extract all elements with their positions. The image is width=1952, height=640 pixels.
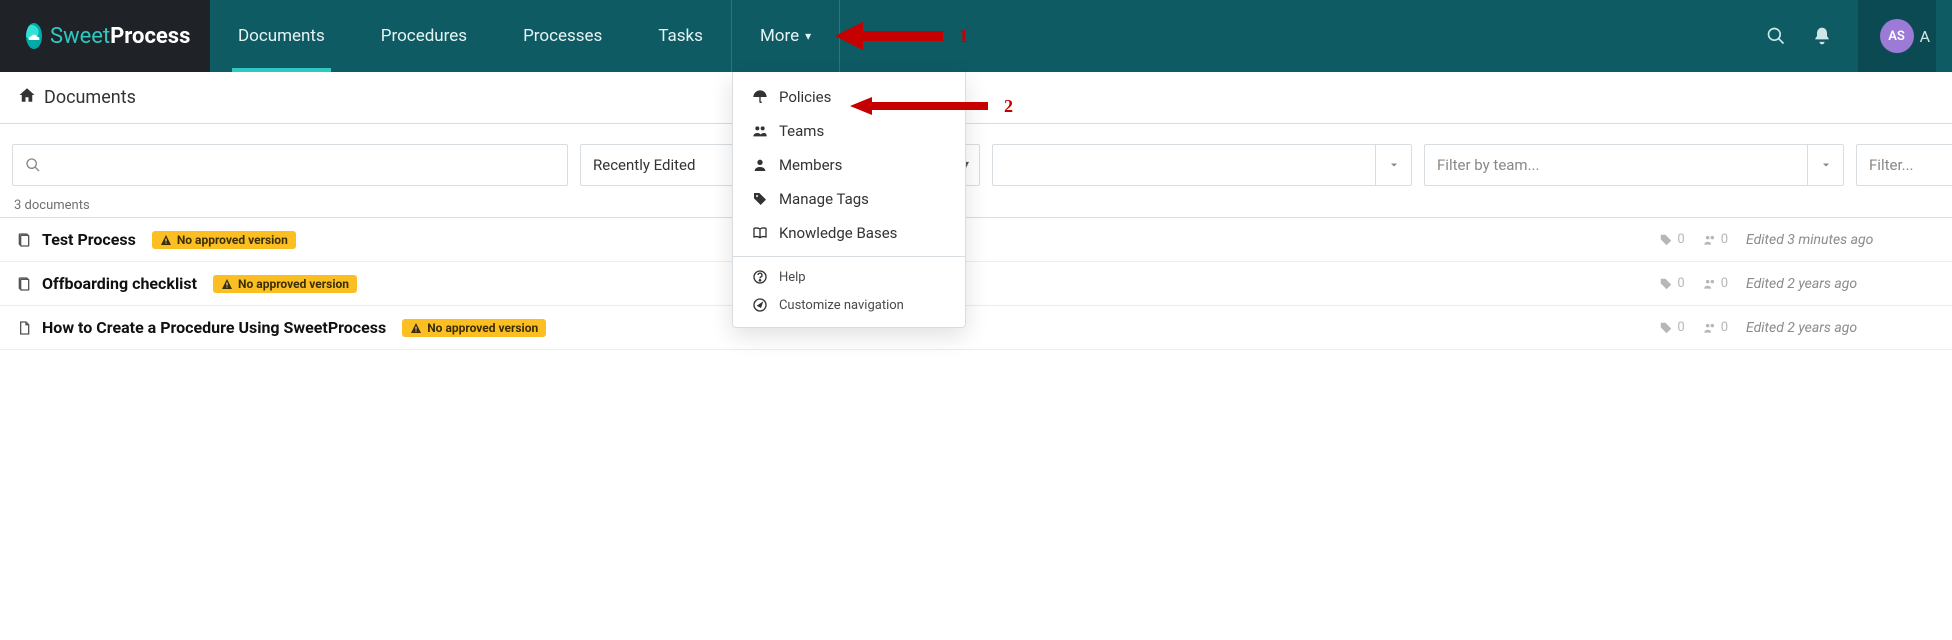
dd-separator (733, 256, 965, 257)
dd-policies[interactable]: Policies (733, 80, 965, 114)
row-meta: 0 0 Edited 2 years ago (1659, 320, 1936, 336)
dd-members-label: Members (779, 156, 842, 174)
nav-more-label: More (760, 26, 799, 46)
nav-right: AS A (1750, 0, 1952, 72)
chevron-down-icon (1375, 145, 1411, 185)
status-badge-label: No approved version (427, 321, 538, 335)
status-badge: No approved version (152, 231, 296, 249)
brand-logo[interactable]: SweetProcess (0, 0, 210, 72)
dd-policies-label: Policies (779, 88, 831, 106)
file-icon (16, 320, 32, 336)
team-count: 0 (1703, 276, 1728, 291)
edited-timestamp: Edited 2 years ago (1746, 320, 1936, 336)
edited-timestamp: Edited 2 years ago (1746, 276, 1936, 292)
nav-processes-label: Processes (523, 26, 602, 46)
nav-more[interactable]: More ▾ Policies Teams Members (731, 0, 840, 72)
help-icon (751, 269, 769, 285)
nav-processes[interactable]: Processes (495, 0, 630, 72)
document-title: How to Create a Procedure Using SweetPro… (42, 318, 386, 337)
nav-tasks[interactable]: Tasks (630, 0, 731, 72)
more-dropdown: Policies Teams Members Manage Tags (732, 72, 966, 328)
brand-process: Process (110, 24, 190, 49)
dd-manage-tags-label: Manage Tags (779, 190, 869, 208)
status-badge-label: No approved version (238, 277, 349, 291)
home-icon[interactable] (18, 86, 36, 109)
breadcrumb-label[interactable]: Documents (44, 87, 136, 108)
nav-items: Documents Procedures Processes Tasks Mor… (210, 0, 1750, 72)
warning-icon (160, 234, 172, 246)
breadcrumb: Documents (0, 72, 1952, 124)
nav-documents[interactable]: Documents (210, 0, 353, 72)
row-meta: 0 0 Edited 3 minutes ago (1659, 232, 1936, 248)
file-icon (16, 232, 32, 248)
brand-sweet: Sweet (50, 24, 110, 49)
dd-teams-label: Teams (779, 122, 824, 140)
dd-knowledge-bases[interactable]: Knowledge Bases (733, 216, 965, 250)
dd-customize-nav-label: Customize navigation (779, 298, 904, 313)
tag-count: 0 (1659, 232, 1684, 247)
team-count: 0 (1703, 320, 1728, 335)
status-badge: No approved version (213, 275, 357, 293)
status-badge-label: No approved version (177, 233, 288, 247)
chevron-down-icon: ▾ (805, 29, 811, 43)
user-menu[interactable]: AS A (1858, 0, 1936, 72)
search-input[interactable] (12, 144, 568, 186)
document-title: Test Process (42, 230, 136, 249)
state-filter[interactable]: Filter... (1856, 144, 1952, 186)
list-item[interactable]: How to Create a Procedure Using SweetPro… (0, 306, 1952, 350)
search-icon[interactable] (1766, 26, 1786, 46)
nav-tasks-label: Tasks (658, 26, 703, 46)
umbrella-icon (751, 89, 769, 105)
tag-filter[interactable] (992, 144, 1412, 186)
tag-count: 0 (1659, 276, 1684, 291)
compass-icon (751, 297, 769, 313)
nav-procedures[interactable]: Procedures (353, 0, 495, 72)
team-filter-placeholder: Filter by team... (1425, 156, 1807, 174)
logo-icon (26, 23, 42, 49)
search-field[interactable] (49, 157, 555, 174)
tag-icon (751, 191, 769, 207)
document-count-label: 3 documents (14, 198, 90, 213)
tag-count: 0 (1659, 320, 1684, 335)
person-icon (751, 157, 769, 173)
chevron-down-icon (1807, 145, 1843, 185)
avatar: AS (1880, 19, 1914, 53)
team-filter[interactable]: Filter by team... (1424, 144, 1844, 186)
warning-icon (221, 278, 233, 290)
document-list: Test Process No approved version 0 0 Edi… (0, 218, 1952, 350)
edited-timestamp: Edited 3 minutes ago (1746, 232, 1936, 248)
dd-help[interactable]: Help (733, 263, 965, 291)
document-count: 3 documents (0, 194, 1952, 218)
list-item[interactable]: Test Process No approved version 0 0 Edi… (0, 218, 1952, 262)
nav-documents-label: Documents (238, 26, 325, 46)
book-icon (751, 225, 769, 241)
bell-icon[interactable] (1812, 26, 1832, 46)
users-icon (751, 123, 769, 139)
user-name-initial: A (1920, 27, 1930, 46)
dd-knowledge-bases-label: Knowledge Bases (779, 224, 897, 242)
dd-manage-tags[interactable]: Manage Tags (733, 182, 965, 216)
document-title: Offboarding checklist (42, 274, 197, 293)
warning-icon (410, 322, 422, 334)
status-badge: No approved version (402, 319, 546, 337)
search-field-icon (25, 157, 41, 173)
nav-procedures-label: Procedures (381, 26, 467, 46)
list-item[interactable]: Offboarding checklist No approved versio… (0, 262, 1952, 306)
dd-members[interactable]: Members (733, 148, 965, 182)
state-filter-placeholder: Filter... (1857, 156, 1952, 174)
file-icon (16, 276, 32, 292)
top-nav: SweetProcess Documents Procedures Proces… (0, 0, 1952, 72)
dd-teams[interactable]: Teams (733, 114, 965, 148)
filter-row: Recently Edited ▾ Filter by team... Filt… (0, 124, 1952, 194)
dd-help-label: Help (779, 270, 806, 285)
dd-customize-nav[interactable]: Customize navigation (733, 291, 965, 319)
team-count: 0 (1703, 232, 1728, 247)
row-meta: 0 0 Edited 2 years ago (1659, 276, 1936, 292)
